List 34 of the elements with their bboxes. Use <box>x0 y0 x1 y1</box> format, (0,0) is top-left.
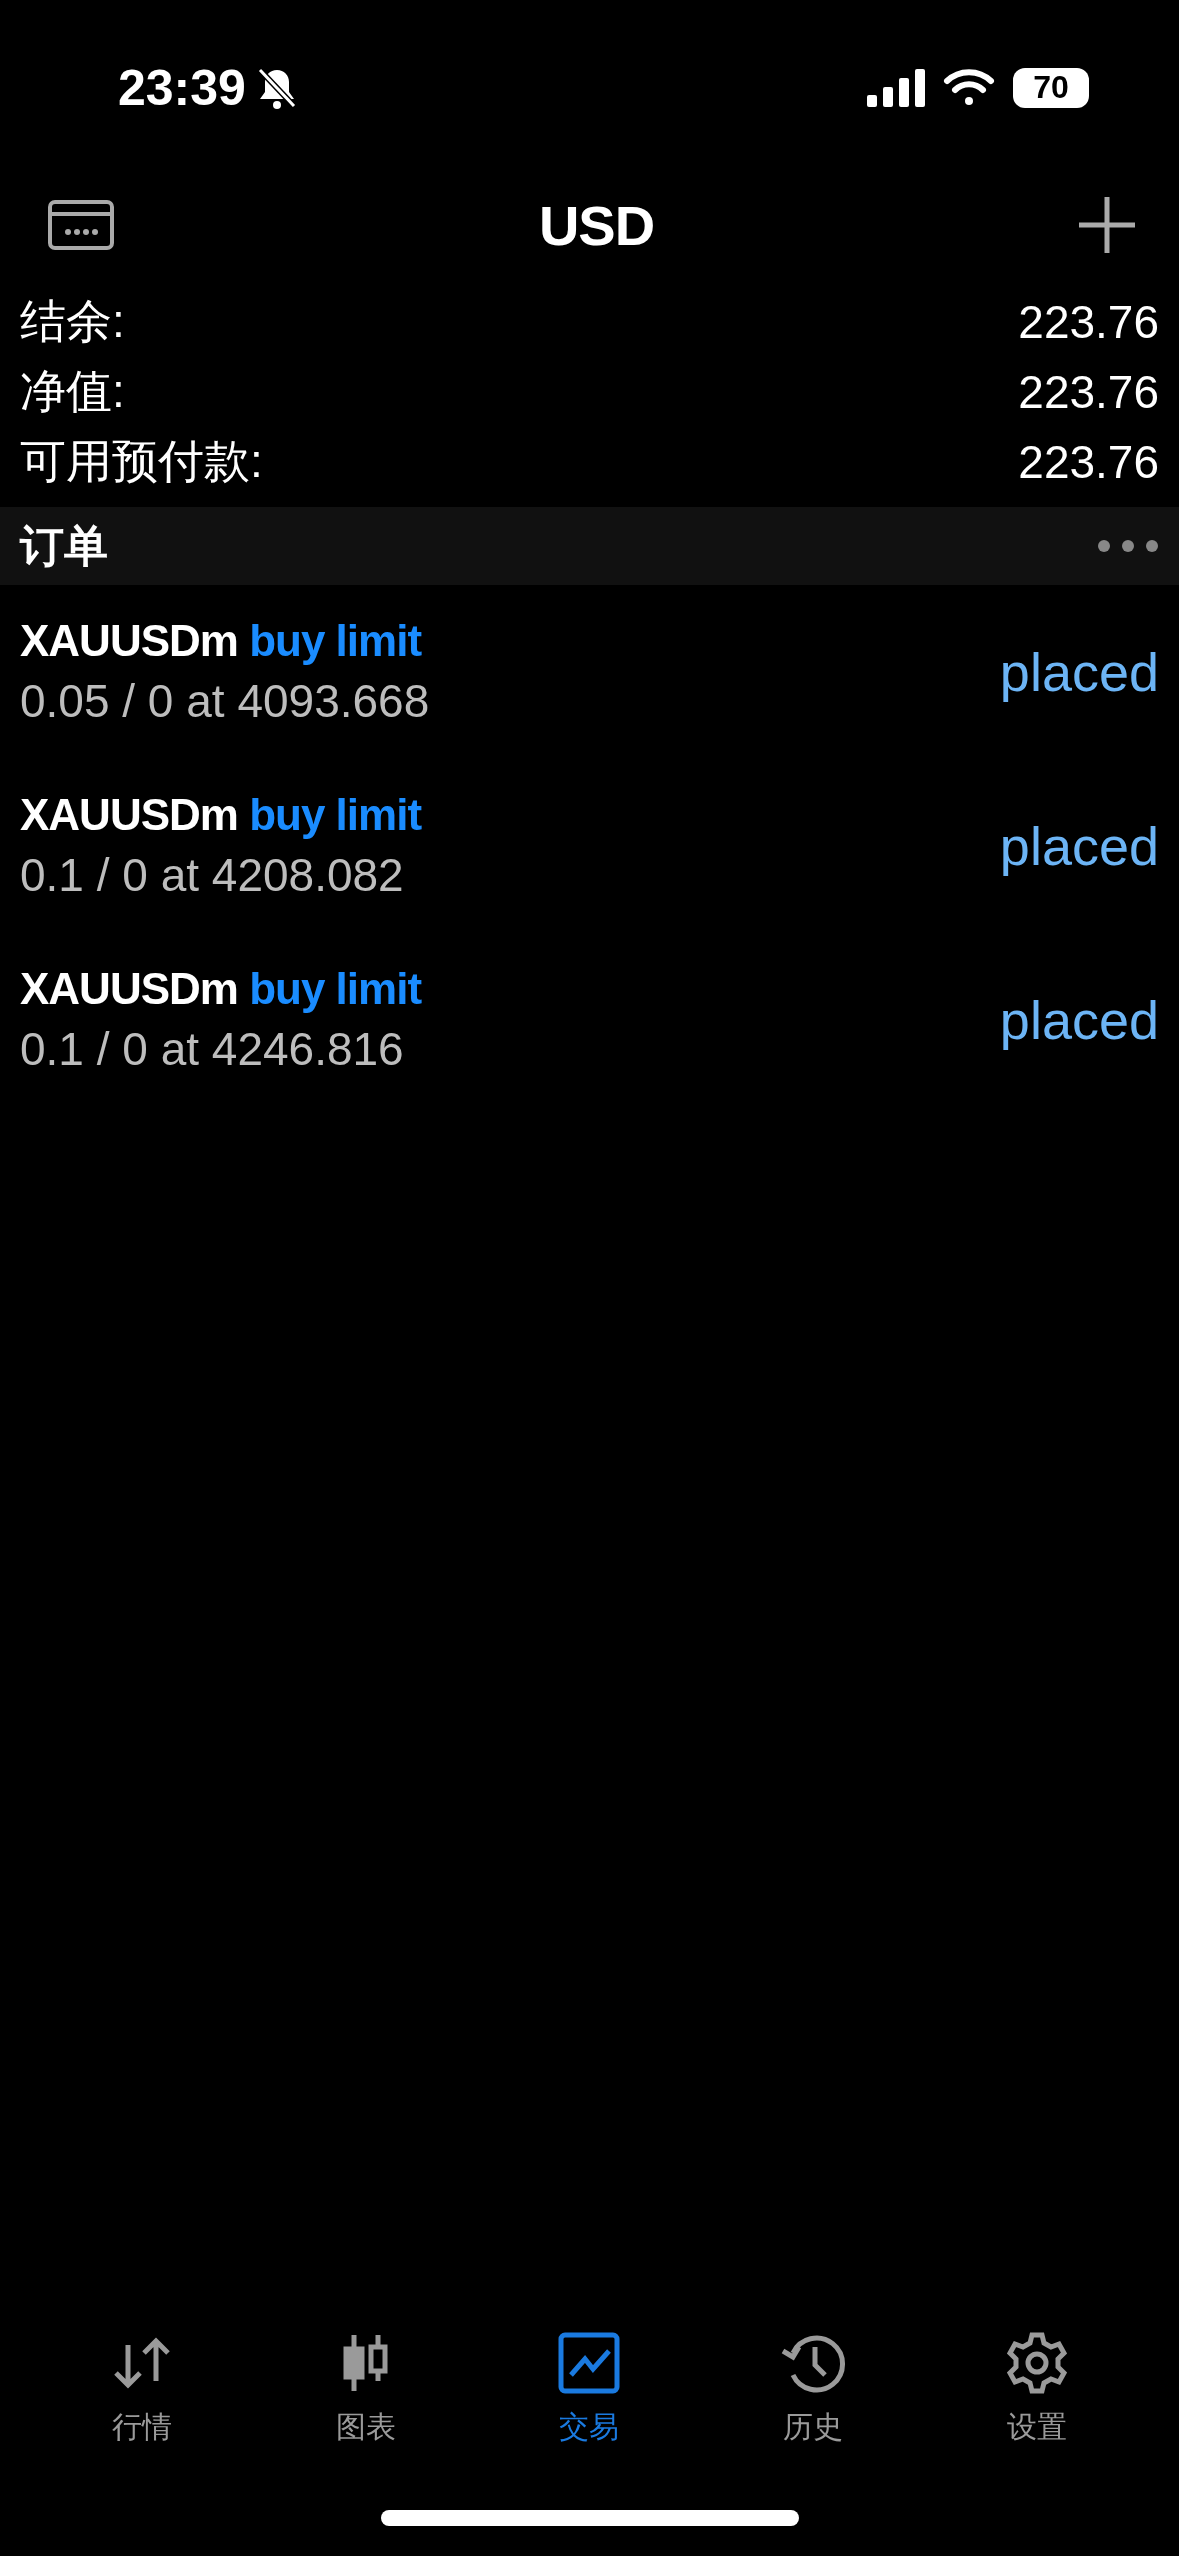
more-icon[interactable] <box>1097 539 1159 553</box>
order-title: XAUUSDm buy limit <box>20 616 423 666</box>
order-row[interactable]: XAUUSDm buy limit 0.1 / 0 at 4246.816 placed <box>0 933 1179 1107</box>
order-title: XAUUSDm buy limit <box>20 964 422 1014</box>
account-value: 223.76 <box>1018 435 1159 489</box>
wifi-icon <box>943 68 995 107</box>
order-detail: 0.1 / 0 at 4208.082 <box>20 848 405 902</box>
tab-item[interactable]: 历史 <box>733 2331 894 2448</box>
order-status: placed <box>999 641 1159 703</box>
account-value: 223.76 <box>1018 295 1159 349</box>
add-icon[interactable] <box>1079 197 1135 253</box>
order-status: placed <box>999 815 1159 877</box>
trend-chart-icon <box>557 2331 622 2395</box>
header-title: USD <box>538 192 655 258</box>
account-label: 可用预付款: <box>20 434 263 489</box>
tab-item[interactable]: 图表 <box>285 2331 446 2448</box>
card-icon[interactable] <box>48 200 114 250</box>
account-label: 结余: <box>20 294 125 349</box>
tab-item[interactable]: 设置 <box>957 2331 1118 2448</box>
order-row[interactable]: XAUUSDm buy limit 0.05 / 0 at 4093.668 placed <box>0 585 1179 759</box>
tab-item[interactable]: 行情 <box>61 2331 222 2448</box>
order-detail: 0.05 / 0 at 4093.668 <box>20 674 430 728</box>
battery-icon: 70 <box>1013 67 1089 108</box>
status-time: 23:39 <box>118 58 246 117</box>
order-row[interactable]: XAUUSDm buy limit 0.1 / 0 at 4208.082 placed <box>0 759 1179 933</box>
order-detail: 0.1 / 0 at 4246.816 <box>20 1022 405 1076</box>
order-title: XAUUSDm buy limit <box>20 790 422 840</box>
settings-icon <box>1005 2331 1070 2395</box>
account-label: 净值: <box>20 364 125 419</box>
section-title: 订单 <box>20 519 108 572</box>
order-status: placed <box>999 989 1159 1051</box>
tab-item[interactable]: 交易 <box>509 2331 670 2448</box>
account-value: 223.76 <box>1018 365 1159 419</box>
signal-icon <box>867 68 925 107</box>
